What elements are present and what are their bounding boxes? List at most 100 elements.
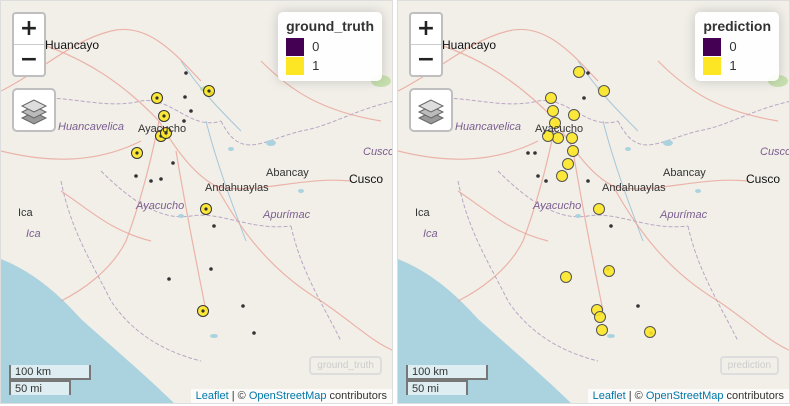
legend-ground-truth: ground_truth 0 1: [278, 12, 382, 81]
legend-item-0: 0: [703, 37, 771, 56]
point-class-1: [556, 170, 568, 182]
lake: [663, 140, 673, 146]
point-class-0: [149, 179, 153, 183]
point-center: [162, 114, 166, 118]
point-class-1: [547, 105, 559, 117]
scale-bar: 100 km 50 mi: [9, 365, 91, 395]
legend-swatch-0: [286, 37, 305, 56]
legend-swatch-0: [703, 37, 722, 56]
lake: [266, 140, 276, 146]
point-center: [204, 207, 208, 211]
place-abancay: Abancay: [266, 167, 309, 179]
legend-item-1: 1: [286, 56, 374, 75]
point-center: [135, 151, 139, 155]
place-abancay: Abancay: [663, 167, 706, 179]
legend-swatch-1: [703, 56, 722, 75]
scale-mi: 50 mi: [9, 380, 71, 395]
map-panel-prediction[interactable]: Huancayo Huancavelica Ayacucho Abancay C…: [397, 0, 790, 404]
point-class-0: [609, 224, 613, 228]
legend-title: prediction: [703, 18, 771, 34]
zoom-in-button[interactable]: +: [14, 14, 44, 45]
attribution-separator: | ©: [625, 390, 646, 402]
legend-prediction: prediction 0 1: [695, 12, 779, 81]
point-center: [207, 89, 211, 93]
point-class-0: [209, 267, 213, 271]
point-class-0: [586, 71, 590, 75]
lake: [228, 147, 234, 151]
attribution-suffix: contributors: [326, 390, 387, 402]
point-class-0: [533, 151, 537, 155]
lake: [575, 214, 581, 218]
place-huancayo: Huancayo: [45, 38, 100, 52]
place-cusco-city: Cusco: [746, 172, 781, 186]
point-class-1: [596, 324, 608, 336]
region-cusco: Cusco: [363, 146, 393, 158]
place-ayacucho-city: Ayacucho: [138, 123, 187, 135]
map-watermark: ground_truth: [309, 356, 382, 375]
point-class-0: [536, 174, 540, 178]
region-huancavelica: Huancavelica: [455, 121, 522, 133]
zoom-out-button[interactable]: −: [14, 45, 44, 75]
scale-bar: 100 km 50 mi: [406, 365, 488, 395]
region-ayacucho: Ayacucho: [533, 200, 582, 212]
place-andahuaylas: Andahuaylas: [205, 182, 269, 194]
place-ayacucho-city: Ayacucho: [535, 123, 584, 135]
legend-label-0: 0: [729, 39, 737, 54]
attribution-separator: | ©: [228, 390, 249, 402]
layers-button[interactable]: [409, 88, 453, 132]
place-ica-city: Ica: [18, 207, 33, 219]
region-huancavelica: Huancavelica: [58, 121, 125, 133]
region-ica: Ica: [26, 228, 41, 240]
point-class-0: [134, 174, 138, 178]
point-class-0: [526, 151, 530, 155]
point-class-0: [582, 96, 586, 100]
point-class-1: [573, 66, 585, 78]
point-class-0: [636, 304, 640, 308]
leaflet-link[interactable]: Leaflet: [593, 390, 626, 402]
point-class-0: [544, 179, 548, 183]
map-watermark: prediction: [719, 356, 779, 375]
point-class-1: [568, 109, 580, 121]
point-class-0: [183, 95, 187, 99]
lake: [695, 189, 701, 193]
point-center: [155, 96, 159, 100]
point-class-1: [562, 158, 574, 170]
lake: [178, 214, 184, 218]
point-class-0: [167, 277, 171, 281]
lake: [607, 334, 615, 338]
scale-mi: 50 mi: [406, 380, 468, 395]
layers-icon: [417, 99, 445, 125]
zoom-out-button[interactable]: −: [411, 45, 441, 75]
point-class-0: [184, 71, 188, 75]
legend-label-1: 1: [312, 58, 320, 73]
place-huancayo: Huancayo: [442, 38, 497, 52]
region-cusco: Cusco: [760, 146, 790, 158]
region-ica: Ica: [423, 228, 438, 240]
map-panel-ground-truth[interactable]: Huancayo Huancavelica Ayacucho Abancay C…: [0, 0, 393, 404]
osm-link[interactable]: OpenStreetMap: [646, 390, 724, 402]
region-apurimac: Apurímac: [660, 209, 708, 221]
point-class-0: [241, 304, 245, 308]
point-class-1: [593, 203, 605, 215]
region-apurimac: Apurímac: [263, 209, 311, 221]
legend-item-1: 1: [703, 56, 771, 75]
zoom-control: + −: [12, 12, 46, 77]
zoom-in-button[interactable]: +: [411, 14, 441, 45]
point-class-0: [189, 109, 193, 113]
point-class-0: [171, 161, 175, 165]
lake: [298, 189, 304, 193]
point-class-1: [598, 85, 610, 97]
lake: [625, 147, 631, 151]
point-class-1: [644, 326, 656, 338]
region-ayacucho: Ayacucho: [136, 200, 185, 212]
leaflet-link[interactable]: Leaflet: [196, 390, 229, 402]
point-class-1: [560, 271, 572, 283]
osm-link[interactable]: OpenStreetMap: [249, 390, 327, 402]
legend-title: ground_truth: [286, 18, 374, 34]
legend-label-0: 0: [312, 39, 320, 54]
point-class-1: [594, 311, 606, 323]
layers-icon: [20, 99, 48, 125]
point-class-0: [252, 331, 256, 335]
point-class-0: [586, 179, 590, 183]
layers-button[interactable]: [12, 88, 56, 132]
